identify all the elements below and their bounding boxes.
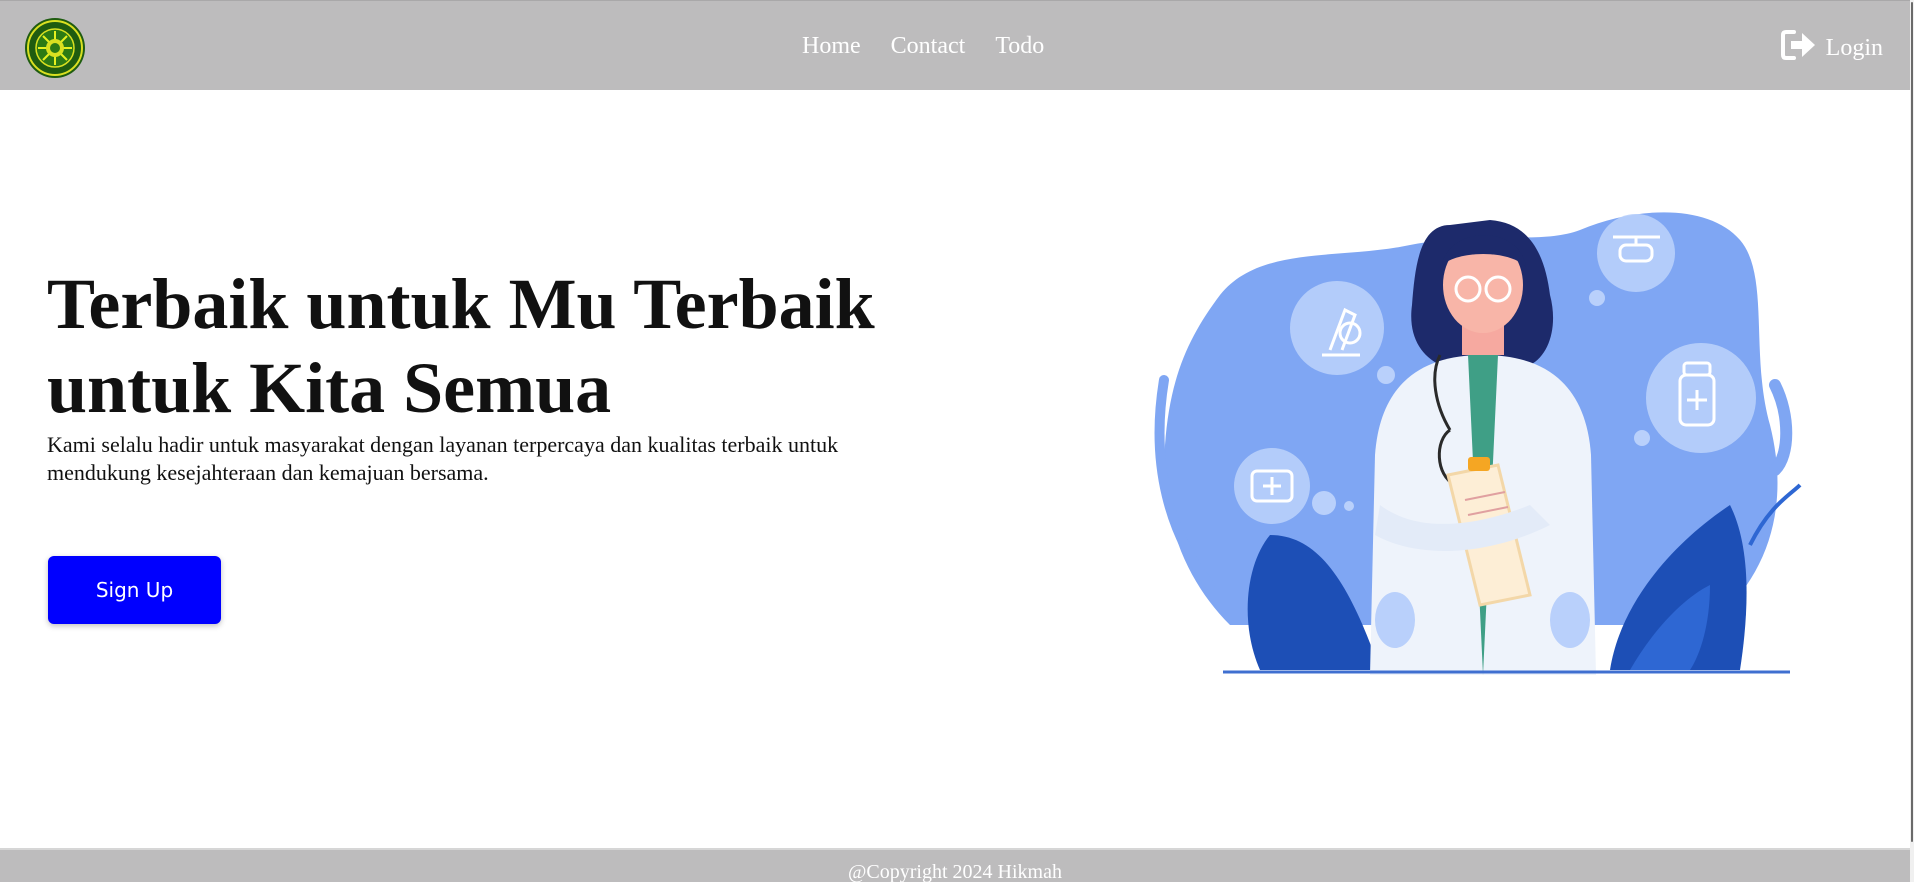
- login-button[interactable]: Login: [1780, 29, 1883, 66]
- university-seal-icon[interactable]: [24, 17, 86, 79]
- login-label: Login: [1825, 34, 1883, 61]
- doctor-illustration: [1150, 205, 1820, 675]
- hero-description: Kami selalu hadir untuk masyarakat denga…: [47, 432, 839, 485]
- footer: @Copyright 2024 Hikmah: [0, 848, 1910, 883]
- page-scrollbar[interactable]: [1910, 0, 1914, 882]
- login-arrow-icon: [1780, 29, 1818, 66]
- navbar: Home Contact Todo Login: [0, 0, 1910, 90]
- signup-button[interactable]: Sign Up: [48, 556, 221, 624]
- nav-contact-link[interactable]: Contact: [891, 31, 966, 61]
- nav-home-link[interactable]: Home: [802, 31, 861, 61]
- main-nav: Home Contact Todo: [802, 31, 1044, 61]
- scrollbar-thumb[interactable]: [1911, 2, 1913, 842]
- hero-title: Terbaik untuk Mu Terbaik untuk Kita Semu…: [47, 264, 875, 428]
- copyright-text: @Copyright 2024 Hikmah: [848, 861, 1062, 883]
- nav-todo-link[interactable]: Todo: [995, 31, 1044, 61]
